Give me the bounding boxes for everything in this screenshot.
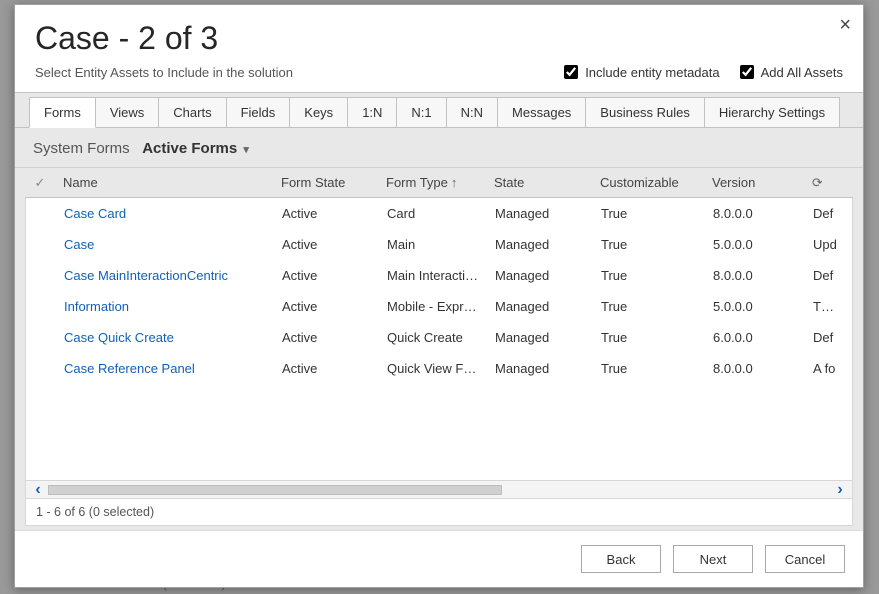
horizontal-scrollbar[interactable]: ‹ ›	[25, 481, 853, 499]
add-all-assets-label: Add All Assets	[761, 65, 843, 80]
table-row[interactable]: Information ActiveMobile - ExpressManaged…	[26, 291, 852, 322]
column-state[interactable]: State	[486, 175, 592, 190]
scroll-thumb[interactable]	[48, 485, 502, 495]
cell-customizable: True	[593, 268, 705, 283]
cell-description: Upd	[805, 237, 845, 252]
cell-form-type: Card	[379, 206, 487, 221]
cell-customizable: True	[593, 330, 705, 345]
column-select-all[interactable]: ✓	[25, 175, 55, 191]
include-metadata-input[interactable]	[564, 65, 578, 79]
close-icon[interactable]: ×	[839, 15, 851, 35]
include-metadata-checkbox[interactable]: Include entity metadata	[560, 62, 719, 82]
table-row[interactable]: Case MainInteractionCentric ActiveMain In…	[26, 260, 852, 291]
column-customizable[interactable]: Customizable	[592, 175, 704, 190]
tab-forms[interactable]: Forms	[29, 97, 96, 128]
grid-body: Case CardActiveCardManagedTrue8.0.0.0Def…	[25, 198, 853, 481]
cell-state: Managed	[487, 299, 593, 314]
cell-form-state: Active	[274, 299, 379, 314]
cell-description: Def	[805, 268, 845, 283]
form-name-link[interactable]: Case MainInteractionCentric	[64, 268, 228, 283]
cell-form-state: Active	[274, 237, 379, 252]
cell-state: Managed	[487, 237, 593, 252]
cell-version: 8.0.0.0	[705, 361, 805, 376]
cell-form-type: Main	[379, 237, 487, 252]
form-name-link[interactable]: Case	[64, 237, 94, 252]
table-row[interactable]: Case Reference Panel ActiveQuick View For…	[26, 353, 852, 384]
cell-form-state: Active	[274, 361, 379, 376]
form-name-link[interactable]: Information	[64, 299, 129, 314]
cell-version: 8.0.0.0	[705, 206, 805, 221]
scroll-left-icon[interactable]: ‹	[30, 483, 46, 497]
cell-form-state: Active	[274, 268, 379, 283]
cell-version: 5.0.0.0	[705, 237, 805, 252]
cell-description: Def	[805, 330, 845, 345]
cell-customizable: True	[593, 361, 705, 376]
cell-state: Managed	[487, 330, 593, 345]
cell-state: Managed	[487, 268, 593, 283]
tab-keys[interactable]: Keys	[289, 97, 348, 127]
dialog-title: Case - 2 of 3	[35, 21, 843, 56]
scroll-track[interactable]	[48, 485, 830, 495]
tab-1n[interactable]: 1:N	[347, 97, 397, 127]
tab-business-rules[interactable]: Business Rules	[585, 97, 705, 127]
column-name[interactable]: Name	[55, 175, 273, 190]
cell-description: A fo	[805, 361, 845, 376]
grid-header: ✓ Name Form State Form Type↑ State Custo…	[25, 168, 853, 198]
cell-description: This	[805, 299, 845, 314]
dialog-subtitle: Select Entity Assets to Include in the s…	[35, 65, 293, 80]
add-all-assets-input[interactable]	[740, 65, 754, 79]
view-category-label: System Forms	[33, 140, 130, 157]
cell-form-type: Quick Create	[379, 330, 487, 345]
tab-charts[interactable]: Charts	[158, 97, 226, 127]
column-form-state[interactable]: Form State	[273, 175, 378, 190]
table-row[interactable]: Case Quick Create ActiveQuick CreateManag…	[26, 322, 852, 353]
cell-form-type: Quick View Form	[379, 361, 487, 376]
tab-hierarchy-settings[interactable]: Hierarchy Settings	[704, 97, 840, 127]
table-row[interactable]: Case Card ActiveCardManagedTrue8.0.0.0Def	[26, 198, 852, 229]
cancel-button[interactable]: Cancel	[765, 545, 845, 573]
column-version[interactable]: Version	[704, 175, 804, 190]
include-metadata-label: Include entity metadata	[585, 65, 719, 80]
view-active-label: Active Forms	[142, 140, 237, 157]
cell-version: 8.0.0.0	[705, 268, 805, 283]
cell-state: Managed	[487, 206, 593, 221]
tab-fields[interactable]: Fields	[226, 97, 291, 127]
tab-n1[interactable]: N:1	[396, 97, 446, 127]
chevron-down-icon: ▾	[243, 144, 249, 156]
scroll-right-icon[interactable]: ›	[832, 483, 848, 497]
cell-form-type: Mobile - Express	[379, 299, 487, 314]
tabs-bar: Forms Views Charts Fields Keys 1:N N:1 N…	[15, 92, 863, 128]
cell-version: 5.0.0.0	[705, 299, 805, 314]
next-button[interactable]: Next	[673, 545, 753, 573]
cell-customizable: True	[593, 299, 705, 314]
cell-description: Def	[805, 206, 845, 221]
tab-nn[interactable]: N:N	[446, 97, 498, 127]
cell-version: 6.0.0.0	[705, 330, 805, 345]
back-button[interactable]: Back	[581, 545, 661, 573]
cell-form-state: Active	[274, 330, 379, 345]
cell-customizable: True	[593, 206, 705, 221]
form-name-link[interactable]: Case Card	[64, 206, 126, 221]
tab-views[interactable]: Views	[95, 97, 159, 127]
cell-form-type: Main Interaction...	[379, 268, 487, 283]
dialog: × Case - 2 of 3 Select Entity Assets to …	[14, 4, 864, 588]
grid-status: 1 - 6 of 6 (0 selected)	[25, 499, 853, 526]
tab-messages[interactable]: Messages	[497, 97, 586, 127]
sort-asc-icon: ↑	[451, 175, 458, 190]
column-form-type[interactable]: Form Type↑	[378, 175, 486, 190]
add-all-assets-checkbox[interactable]: Add All Assets	[736, 62, 843, 82]
refresh-icon[interactable]: ⟳	[804, 175, 822, 191]
form-name-link[interactable]: Case Reference Panel	[64, 361, 195, 376]
view-selector-row: System Forms Active Forms ▾	[15, 128, 863, 168]
form-name-link[interactable]: Case Quick Create	[64, 330, 174, 345]
cell-state: Managed	[487, 361, 593, 376]
cell-form-state: Active	[274, 206, 379, 221]
view-selector[interactable]: Active Forms ▾	[142, 140, 249, 157]
table-row[interactable]: Case ActiveMainManagedTrue5.0.0.0Upd	[26, 229, 852, 260]
cell-customizable: True	[593, 237, 705, 252]
